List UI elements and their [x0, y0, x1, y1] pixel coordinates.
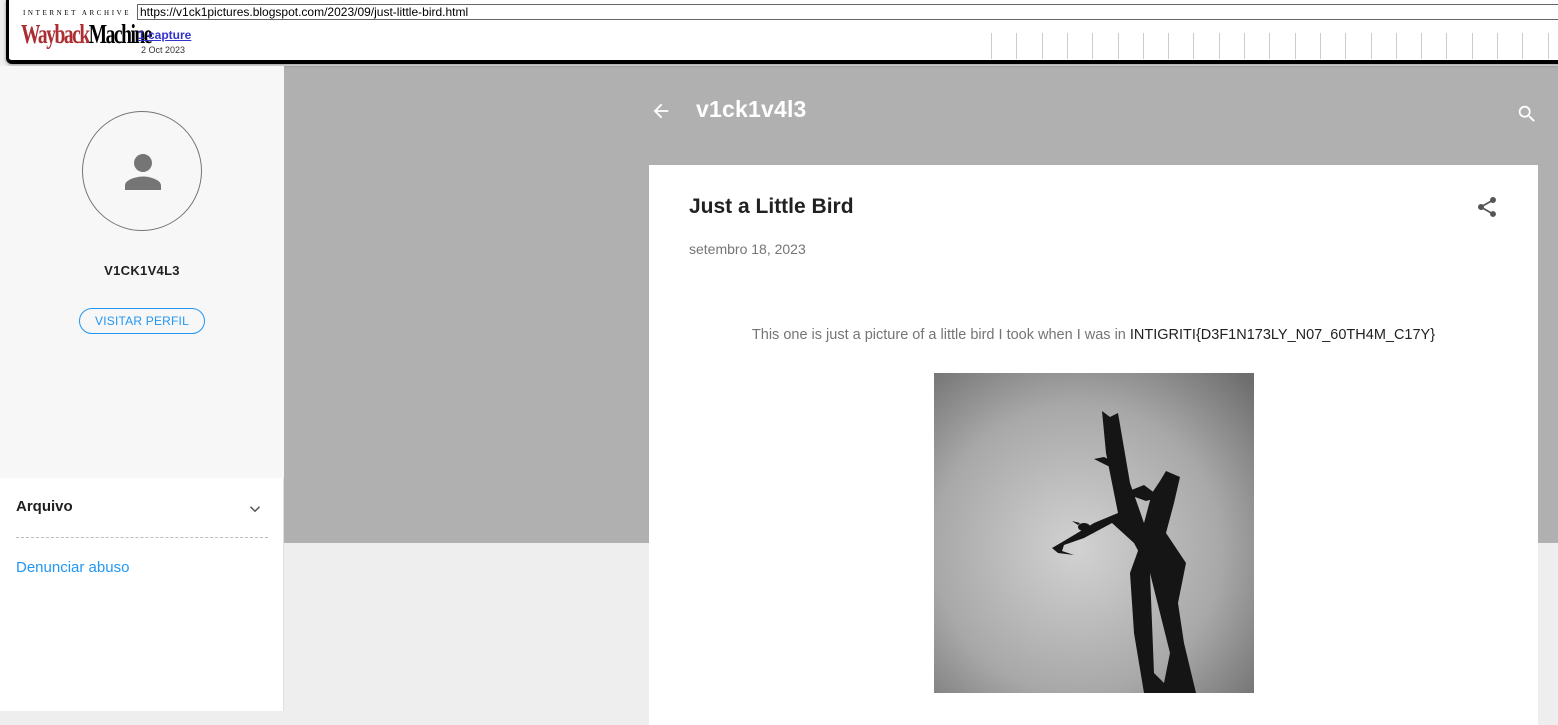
sparkline-tick — [1370, 33, 1372, 59]
sparkline-tick — [1446, 33, 1448, 59]
sparkline-tick — [1345, 33, 1347, 59]
post-body-text: This one is just a picture of a little b… — [751, 327, 1130, 343]
search-icon[interactable] — [1516, 103, 1538, 125]
sparkline-tick — [1522, 33, 1524, 59]
archive-title: Arquivo — [16, 498, 73, 515]
post-date: setembro 18, 2023 — [689, 241, 806, 257]
internet-archive-label: INTERNET ARCHIVE — [23, 9, 132, 17]
report-abuse-link[interactable]: Denunciar abuso — [16, 559, 129, 576]
sparkline-tick — [1497, 33, 1498, 59]
wayback-logo[interactable]: INTERNET ARCHIVE WaybackMachine — [21, 8, 152, 50]
sparkline-tick — [1117, 33, 1119, 59]
avatar[interactable] — [82, 111, 202, 231]
visit-profile-button[interactable]: VISITAR PERFIL — [79, 308, 205, 334]
sparkline-tick — [1193, 33, 1195, 59]
post-body-flag: INTIGRITI{D3F1N173LY_N07_60TH4M_C17Y} — [1129, 327, 1436, 343]
sparkline-tick — [1244, 33, 1245, 59]
profile-name: V1CK1V4L3 — [104, 263, 180, 278]
share-icon[interactable] — [1475, 195, 1499, 219]
sparkline-tick — [1168, 33, 1170, 59]
sidebar-widgets: Arquivo Denunciar abuso — [0, 478, 284, 711]
wayback-toolbar: INTERNET ARCHIVE WaybackMachine https://… — [6, 0, 1558, 64]
sparkline-tick — [1092, 33, 1094, 59]
blog-title[interactable]: v1ck1v4l3 — [696, 96, 807, 123]
bird-photo[interactable] — [934, 373, 1254, 693]
capture-sparkline[interactable] — [983, 33, 1558, 59]
sparkline-tick — [1142, 33, 1144, 59]
sparkline-tick — [1066, 33, 1068, 59]
chevron-down-icon — [249, 506, 261, 513]
captures-link[interactable]: 1 capture — [138, 28, 191, 42]
wayback-machine-wordmark: WaybackMachine — [21, 19, 152, 50]
sparkline-tick — [991, 33, 992, 59]
sparkline-tick — [1395, 33, 1397, 59]
post-title: Just a Little Bird — [689, 195, 854, 218]
sparkline-tick — [1294, 33, 1296, 59]
sparkline-tick — [1218, 33, 1220, 59]
post-body: This one is just a picture of a little b… — [689, 327, 1498, 343]
post-card: Just a Little Bird setembro 18, 2023 Thi… — [649, 165, 1538, 725]
sparkline-tick — [1421, 33, 1423, 59]
sparkline-tick — [1016, 33, 1018, 59]
sidebar-profile: V1CK1V4L3 VISITAR PERFIL — [0, 66, 284, 478]
wayback-word: Wayback — [21, 19, 90, 49]
sparkline-tick — [1471, 33, 1473, 59]
person-icon — [125, 154, 161, 190]
arrow-left-icon[interactable] — [650, 100, 672, 122]
sparkline-tick — [1319, 33, 1321, 59]
capture-date: 2 Oct 2023 — [141, 45, 186, 55]
sparkline-tick — [1547, 33, 1549, 59]
sparkline-tick — [1041, 33, 1043, 59]
wayback-url-input[interactable]: https://v1ck1pictures.blogspot.com/2023/… — [137, 4, 1558, 20]
archive-toggle[interactable]: Arquivo — [16, 498, 268, 538]
sparkline-tick — [1269, 33, 1271, 59]
